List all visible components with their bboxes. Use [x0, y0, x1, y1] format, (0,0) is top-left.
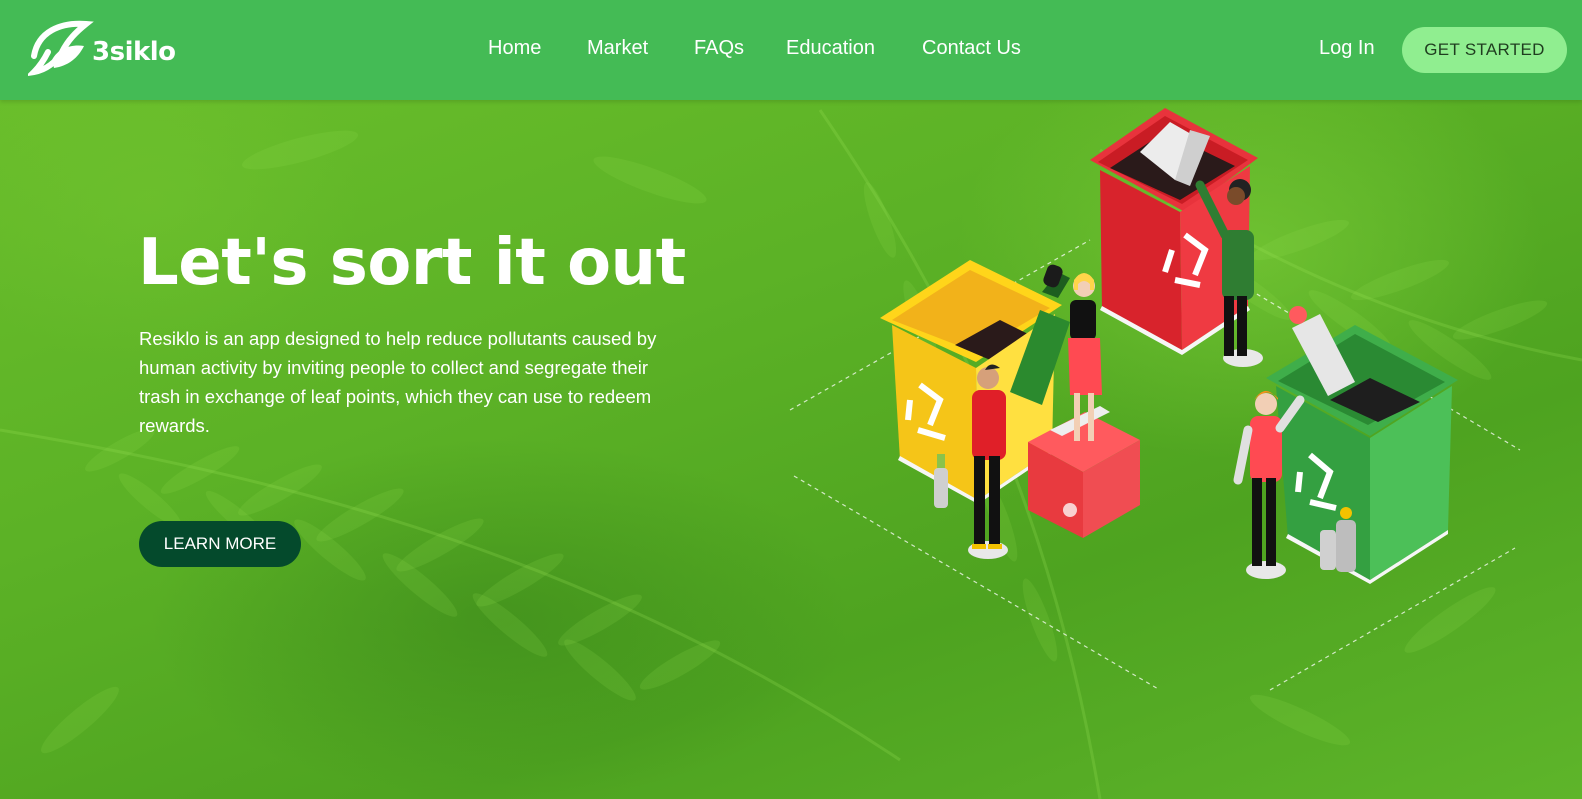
nav-link-home[interactable]: Home — [488, 37, 541, 60]
hero-headline: Let's sort it out — [138, 226, 686, 300]
brand-logo[interactable]: 3siklo — [28, 18, 178, 77]
hero-description: Resiklo is an app designed to help reduc… — [139, 328, 657, 436]
nav-link-market[interactable]: Market — [587, 37, 648, 60]
leaf-logo-icon — [28, 20, 94, 77]
top-navbar: 3siklo Home Market FAQs Education Contac… — [0, 0, 1582, 100]
logo-text: 3siklo — [92, 37, 176, 67]
hero-section: Let's sort it out Resiklo is an app desi… — [0, 0, 1582, 799]
learn-more-button[interactable]: LEARN MORE — [139, 521, 301, 567]
login-link[interactable]: Log In — [1319, 37, 1375, 60]
nav-link-education[interactable]: Education — [786, 37, 875, 60]
green-recycling-bin — [1266, 325, 1458, 584]
recycling-illustration — [789, 108, 1521, 691]
nav-link-contact-us[interactable]: Contact Us — [922, 37, 1021, 60]
nav-link-faqs[interactable]: FAQs — [694, 37, 744, 60]
get-started-button[interactable]: GET STARTED — [1402, 27, 1567, 73]
